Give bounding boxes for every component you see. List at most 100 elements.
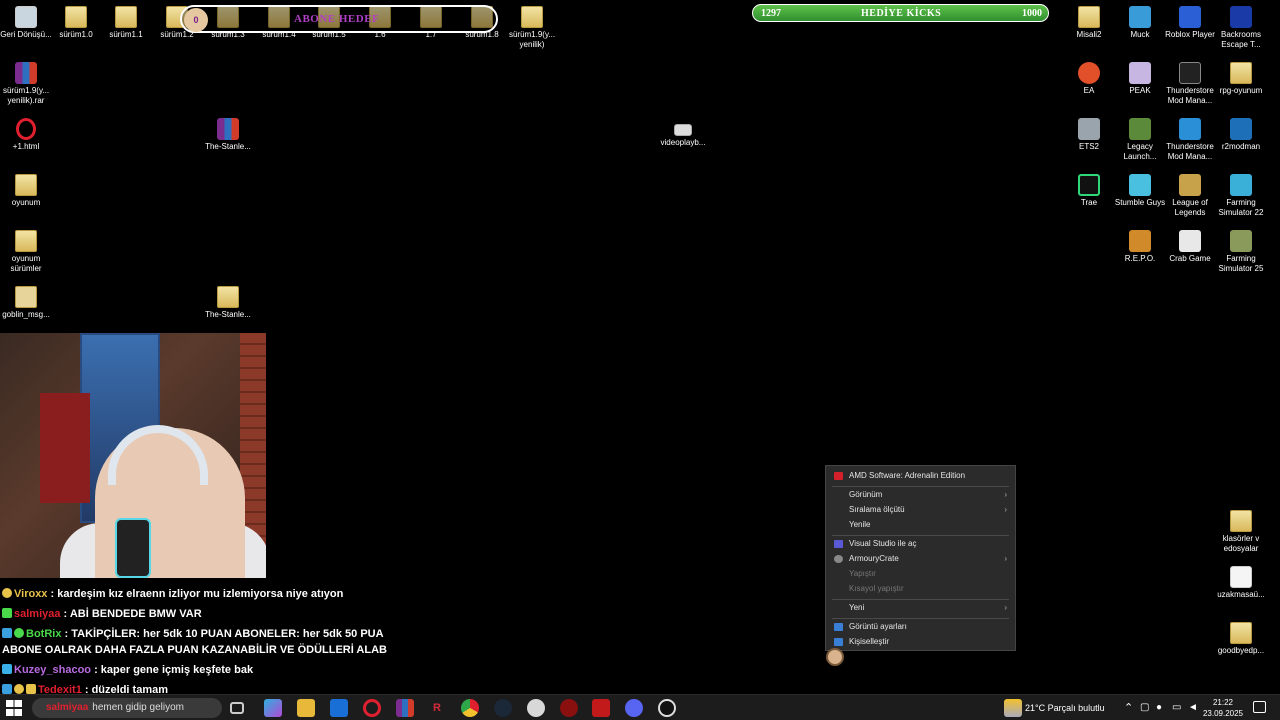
clock-date: 23.09.2025: [1202, 709, 1244, 718]
goblin-file-icon[interactable]: goblin_msg...: [0, 286, 52, 320]
trae-shortcut[interactable]: Trae: [1063, 174, 1115, 208]
menu-item-armoury-crate[interactable]: ArmouryCrate ›: [826, 552, 1015, 566]
stumble-guys-icon: [1129, 174, 1151, 196]
uzakmasaustu-file[interactable]: uzakmasaü...: [1215, 566, 1267, 600]
crab-game-icon: [1179, 230, 1201, 252]
stanley-rar-icon[interactable]: The-Stanle...: [202, 118, 254, 152]
shortcut-label: League of Legends: [1172, 198, 1208, 217]
ea-shortcut[interactable]: EA: [1063, 62, 1115, 96]
shortcut-label: Trae: [1080, 198, 1098, 207]
chrome-icon[interactable]: [461, 699, 479, 717]
folder-goodbye[interactable]: goodbyedp...: [1215, 622, 1267, 656]
obs-icon[interactable]: [658, 699, 676, 717]
badge-icon: [2, 588, 12, 598]
stumble-guys-shortcut[interactable]: Stumble Guys: [1114, 174, 1166, 208]
windows-start-icon[interactable]: [6, 700, 22, 716]
personalize-icon: [834, 638, 843, 646]
chevron-right-icon: ›: [1004, 505, 1007, 514]
folder-label: rpg-oyunum: [1219, 86, 1263, 95]
game-app-icon[interactable]: [560, 699, 578, 717]
webcam-overlay: [0, 333, 266, 578]
stanley-folder-icon[interactable]: The-Stanle...: [202, 286, 254, 320]
desktop[interactable]: Geri Dönüşü... sürüm1.0 sürüm1.1 sürüm1.…: [0, 0, 1280, 720]
search-overlay-user: salmiyaa: [46, 702, 89, 713]
file-label: uzakmasaü...: [1217, 590, 1265, 599]
background-figure: [40, 393, 90, 503]
rockstar-icon[interactable]: R: [428, 699, 446, 717]
muck-shortcut[interactable]: Muck: [1114, 6, 1166, 40]
menu-item-paste-shortcut: Kısayol yapıştır: [826, 582, 1015, 596]
folder-klasorler[interactable]: klasörler v edosyalar: [1215, 510, 1267, 554]
gift-kicks-bar: 1297 HEDİYE KİCKS 1000: [752, 4, 1049, 22]
html-file-icon[interactable]: +1.html: [0, 118, 52, 152]
onedrive-icon[interactable]: ▢: [1140, 695, 1149, 720]
peak-icon: [1129, 62, 1151, 84]
league-of-legends-shortcut[interactable]: League of Legends: [1164, 174, 1216, 218]
menu-item-personalize[interactable]: Kişiselleştir: [826, 635, 1015, 649]
folder-rpg-oyunum[interactable]: rpg-oyunum: [1215, 62, 1267, 96]
rar-label: sürüm1.9(y... yenilik).rar: [2, 86, 50, 105]
ets2-shortcut[interactable]: ETS2: [1063, 118, 1115, 152]
network-icon[interactable]: ▭: [1172, 695, 1181, 720]
winrar-icon[interactable]: [396, 699, 414, 717]
roblox-shortcut[interactable]: Roblox Player: [1164, 6, 1216, 40]
copilot-icon[interactable]: [264, 699, 282, 717]
shortcut-label: Farming Simulator 22: [1218, 198, 1264, 217]
winrar-icon: [217, 118, 239, 140]
notification-icon[interactable]: [1253, 701, 1266, 713]
folder-surum10[interactable]: sürüm1.0: [50, 6, 102, 40]
taskbar-search-box[interactable]: salmiyaa hemen gidip geliyom: [32, 698, 222, 718]
legacy-launcher-shortcut[interactable]: Legacy Launch...: [1114, 118, 1166, 162]
crab-game-shortcut[interactable]: Crab Game: [1164, 230, 1216, 264]
video-file-icon[interactable]: videoplayb...: [657, 118, 709, 148]
menu-item-amd[interactable]: AMD Software: Adrenalin Edition: [826, 469, 1015, 483]
menu-item-refresh[interactable]: Yenile: [826, 518, 1015, 532]
menu-item-paste: Yapıştır: [826, 567, 1015, 581]
folder-oyunum-surumler[interactable]: oyunum sürümler: [0, 230, 52, 274]
chevron-up-icon[interactable]: ⌃: [1124, 695, 1133, 720]
steam-icon[interactable]: [494, 699, 512, 717]
gift-kicks-target: 1000: [1022, 8, 1042, 19]
opera-icon[interactable]: [363, 699, 381, 717]
volume-icon[interactable]: ◄: [1188, 695, 1198, 720]
folder-icon: [15, 230, 37, 252]
ets2-icon: [1078, 118, 1100, 140]
farming-sim-25-shortcut[interactable]: Farming Simulator 25: [1215, 230, 1267, 274]
recycle-bin-icon[interactable]: Geri Dönüşü...: [0, 6, 52, 40]
peak-shortcut[interactable]: PEAK: [1114, 62, 1166, 96]
r2modman-shortcut[interactable]: r2modman: [1215, 118, 1267, 152]
taskbar-clock[interactable]: 21:22 23.09.2025: [1198, 697, 1248, 719]
folder-misali2[interactable]: Misali2: [1063, 6, 1115, 40]
farming-sim-22-shortcut[interactable]: Farming Simulator 22: [1215, 174, 1267, 218]
weather-icon[interactable]: [1004, 699, 1022, 717]
folder-surum19[interactable]: sürüm1.9(y... yenilik): [506, 6, 558, 50]
menu-item-view[interactable]: Görünüm ›: [826, 488, 1015, 502]
file-explorer-icon[interactable]: [297, 699, 315, 717]
folder-surum11[interactable]: sürüm1.1: [100, 6, 152, 40]
folder-label: oyunum sürümler: [10, 254, 42, 273]
thunderstore-shortcut-1[interactable]: Thunderstore Mod Mana...: [1164, 62, 1216, 106]
task-view-icon[interactable]: [230, 702, 244, 714]
menu-item-display-settings[interactable]: Görüntü ayarları: [826, 620, 1015, 634]
farming-sim-22-icon: [1230, 174, 1252, 196]
backrooms-shortcut[interactable]: Backrooms Escape T...: [1215, 6, 1267, 50]
clock-time: 21:22: [1212, 698, 1234, 707]
weather-text[interactable]: 21°C Parçalı bulutlu: [1025, 695, 1105, 720]
rar-file-icon[interactable]: sürüm1.9(y... yenilik).rar: [0, 62, 52, 106]
chat-user: salmiyaa: [14, 608, 61, 620]
menu-item-visual-studio[interactable]: Visual Studio ile aç: [826, 537, 1015, 551]
microphone-icon[interactable]: ●: [1156, 695, 1162, 720]
thunderstore-shortcut-2[interactable]: Thunderstore Mod Mana...: [1164, 118, 1216, 162]
menu-item-new[interactable]: Yeni ›: [826, 601, 1015, 615]
folder-oyunum[interactable]: oyunum: [0, 174, 52, 208]
shortcut-label: EA: [1083, 86, 1095, 95]
menu-item-sort[interactable]: Sıralama ölçütü ›: [826, 503, 1015, 517]
voicemod-icon[interactable]: [592, 699, 610, 717]
chat-text: : TAKİPÇİLER: her 5dk 10 PUAN ABONELER: …: [61, 628, 384, 640]
outlook-icon[interactable]: [330, 699, 348, 717]
shortcut-label: PEAK: [1129, 86, 1151, 95]
backrooms-icon: [1230, 6, 1252, 28]
discord-icon[interactable]: [625, 699, 643, 717]
epic-icon[interactable]: [527, 699, 545, 717]
repo-shortcut[interactable]: R.E.P.O.: [1114, 230, 1166, 264]
